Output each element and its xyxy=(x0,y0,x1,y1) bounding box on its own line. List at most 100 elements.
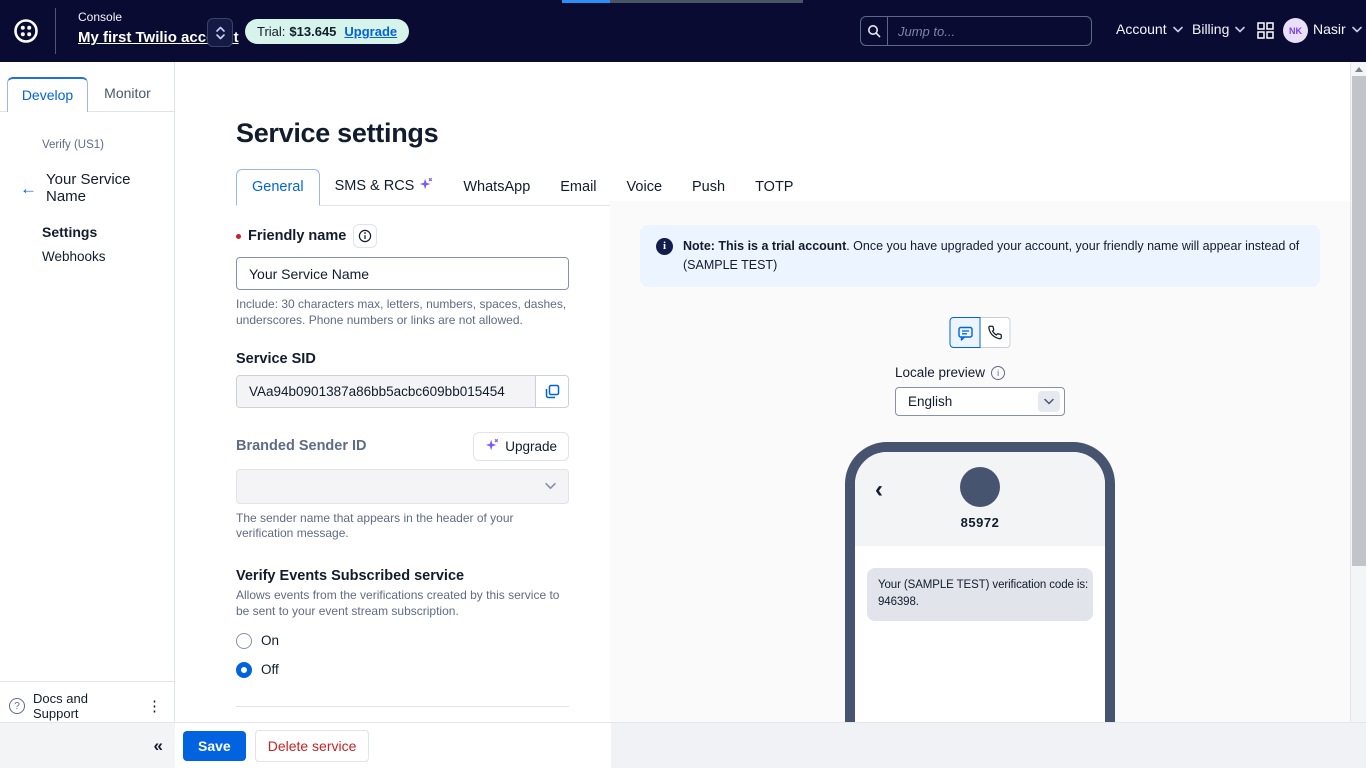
sidebar-tabs: Develop Monitor xyxy=(0,62,174,112)
tab-monitor[interactable]: Monitor xyxy=(88,77,167,111)
overflow-menu-icon[interactable]: ⋮ xyxy=(143,697,166,715)
tab-totp[interactable]: TOTP xyxy=(740,170,808,205)
tab-email[interactable]: Email xyxy=(545,170,611,205)
chevron-down-icon xyxy=(545,482,556,490)
sidebar-footer: « xyxy=(0,722,175,768)
nav-account-label: Account xyxy=(1116,21,1167,37)
bottom-action-bar: « Save Delete service xyxy=(0,722,1366,768)
sidebar-item-settings[interactable]: Settings xyxy=(42,224,174,240)
radio-checked-icon xyxy=(236,662,252,678)
friendly-name-input[interactable] xyxy=(236,257,569,290)
tab-whatsapp[interactable]: WhatsApp xyxy=(448,170,545,205)
phone-mockup: ‹ 85972 Your (SAMPLE TEST) verification … xyxy=(845,442,1115,722)
sidebar-item-webhooks[interactable]: Webhooks xyxy=(42,249,174,264)
tab-voice[interactable]: Voice xyxy=(612,170,677,205)
branded-sender-label: Branded Sender ID xyxy=(236,438,367,454)
friendly-name-help: Include: 30 characters max, letters, num… xyxy=(236,297,569,329)
preview-panel: i Note: This is a trial account. Once yo… xyxy=(610,201,1350,722)
radio-option-on[interactable]: On xyxy=(236,633,569,649)
trial-label: Trial: xyxy=(257,24,285,39)
up-down-chevrons-icon xyxy=(215,25,226,41)
branded-sender-help: The sender name that appears in the head… xyxy=(236,511,569,543)
trial-amount: $13.645 xyxy=(289,24,336,39)
search-icon[interactable] xyxy=(861,17,888,45)
loading-bar-progress xyxy=(562,0,610,3)
left-sidebar: Develop Monitor Verify (US1) ← Your Serv… xyxy=(0,62,175,722)
service-sid-value: VAa94b0901387a86bb5acbc609bb015454 xyxy=(237,376,535,407)
nav-billing-menu[interactable]: Billing xyxy=(1192,21,1245,37)
bottom-bar-spacer xyxy=(611,722,1366,768)
twilio-console-page: Console My first Twilio account Trial: $… xyxy=(0,0,1366,768)
collapse-sidebar-icon[interactable]: « xyxy=(154,736,163,756)
console-label: Console xyxy=(78,10,122,24)
required-marker xyxy=(236,234,241,239)
phone-message-body: Your (SAMPLE TEST) verification code is:… xyxy=(855,546,1105,643)
page-title: Service settings xyxy=(236,118,438,149)
search-input[interactable] xyxy=(888,17,1091,45)
nav-account-menu[interactable]: Account xyxy=(1116,21,1183,37)
general-settings-form: Friendly name Include: 30 characters max… xyxy=(236,202,569,722)
info-icon[interactable] xyxy=(353,224,377,248)
verify-events-help: Allows events from the verifications cre… xyxy=(236,588,569,620)
form-actions: Save Delete service xyxy=(175,722,611,768)
note-text: Note: This is a trial account. Once you … xyxy=(683,237,1304,275)
nav-user-menu[interactable]: Nasir xyxy=(1313,21,1362,37)
service-sid-field: VAa94b0901387a86bb5acbc609bb015454 xyxy=(236,375,569,408)
back-chevron-icon: ‹ xyxy=(875,478,883,502)
locale-preview-label: Locale preview i xyxy=(895,365,1005,380)
phone-message-header: ‹ 85972 xyxy=(855,452,1105,546)
divider xyxy=(236,706,569,707)
trial-note-banner: i Note: This is a trial account. Once yo… xyxy=(640,225,1320,287)
back-arrow-icon: ← xyxy=(20,180,37,197)
tab-develop[interactable]: Develop xyxy=(7,77,88,112)
sparkle-icon xyxy=(419,177,433,195)
nav-billing-label: Billing xyxy=(1192,21,1229,37)
sidebar-back-service[interactable]: ← Your Service Name xyxy=(20,171,174,205)
chevron-down-icon xyxy=(1352,26,1362,33)
user-avatar[interactable]: NK xyxy=(1283,18,1308,43)
tab-push[interactable]: Push xyxy=(677,170,740,205)
sender-number: 85972 xyxy=(855,515,1105,530)
user-name-label: Nasir xyxy=(1313,21,1346,37)
preview-mode-toggle xyxy=(950,317,1011,348)
chevron-down-icon xyxy=(1173,26,1183,33)
service-sid-label: Service SID xyxy=(236,351,569,367)
trial-balance-badge: Trial: $13.645 Upgrade xyxy=(245,19,409,44)
help-icon: ? xyxy=(9,698,25,714)
radio-option-off[interactable]: Off xyxy=(236,662,569,678)
tab-general[interactable]: General xyxy=(236,169,320,206)
jump-to-search[interactable] xyxy=(860,16,1092,46)
save-button[interactable]: Save xyxy=(183,731,246,761)
voice-preview-toggle[interactable] xyxy=(980,317,1011,348)
app-switcher-grid-icon[interactable] xyxy=(1257,22,1274,39)
docs-support-link[interactable]: Docs and Support xyxy=(33,691,135,721)
loading-bar-track xyxy=(610,0,803,3)
main-content: Service settings General SMS & RCS Whats… xyxy=(175,62,1366,722)
radio-icon xyxy=(236,633,252,649)
tab-sms-rcs[interactable]: SMS & RCS xyxy=(320,168,449,205)
branded-upgrade-button[interactable]: Upgrade xyxy=(473,432,569,461)
vertical-scrollbar[interactable] xyxy=(1350,62,1366,722)
branded-sender-select[interactable] xyxy=(236,469,569,504)
docs-support-row: ? Docs and Support ⋮ xyxy=(0,681,174,721)
scrollbar-thumb[interactable] xyxy=(1352,76,1366,566)
phone-icon xyxy=(988,325,1003,340)
delete-service-button[interactable]: Delete service xyxy=(255,730,370,762)
friendly-name-label: Friendly name xyxy=(248,228,346,244)
copy-icon[interactable] xyxy=(535,376,568,407)
twilio-logo-icon[interactable] xyxy=(13,18,39,44)
info-icon: i xyxy=(656,238,673,255)
locale-select[interactable]: English xyxy=(895,387,1065,416)
upgrade-link[interactable]: Upgrade xyxy=(344,24,397,39)
top-header-bar: Console My first Twilio account Trial: $… xyxy=(0,0,1366,62)
chevron-down-icon xyxy=(1235,26,1245,33)
sender-avatar xyxy=(960,467,1000,507)
verify-events-label: Verify Events Subscribed service xyxy=(236,568,569,584)
info-icon[interactable]: i xyxy=(991,366,1005,380)
account-switcher-button[interactable] xyxy=(207,18,233,47)
sidebar-section-label: Verify (US1) xyxy=(42,139,174,151)
header-divider xyxy=(55,8,56,54)
scroll-up-button[interactable] xyxy=(1351,62,1366,77)
chat-bubble-icon xyxy=(957,325,973,341)
sms-preview-toggle[interactable] xyxy=(950,317,981,348)
